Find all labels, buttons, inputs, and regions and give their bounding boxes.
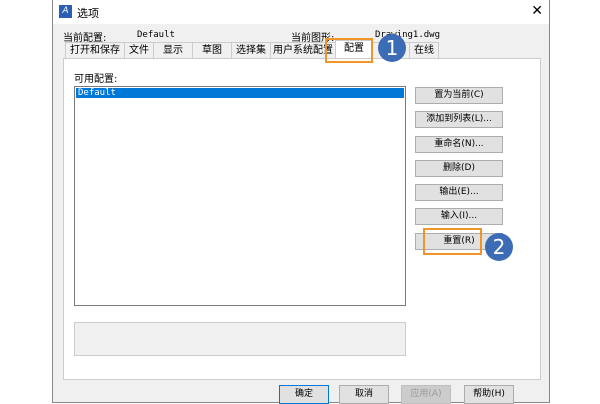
tab-drafting[interactable]: 草图 [192,42,232,59]
list-item[interactable]: Default [76,88,404,98]
tab-files[interactable]: 文件 [124,42,154,59]
tab-highlight-box [325,38,373,63]
profiles-list[interactable]: Default [74,86,406,306]
current-profile-value: Default [137,30,175,40]
options-dialog: A 选项 ✕ 当前配置: Default 当前图形: Drawing1.dwg … [52,0,550,404]
add-to-list-button[interactable]: 添加到列表(L)... [415,111,503,128]
step-badge-2: 2 [485,233,513,261]
export-button[interactable]: 输出(E)... [415,184,503,201]
profiles-panel: 可用配置: Default 置为当前(C) 添加到列表(L)... 重命名(N)… [63,58,541,380]
help-button[interactable]: 帮助(H) [464,385,514,404]
tab-online[interactable]: 在线 [409,42,439,59]
apply-button[interactable]: 应用(A) [401,385,451,404]
cancel-button[interactable]: 取消 [339,385,389,404]
rename-button[interactable]: 重命名(N)... [415,136,503,153]
tab-display[interactable]: 显示 [153,42,193,59]
tab-open-save[interactable]: 打开和保存 [65,42,125,59]
available-profiles-label: 可用配置: [74,74,118,85]
app-logo-icon: A [59,5,72,18]
step-badge-1: 1 [378,34,406,62]
import-button[interactable]: 输入(I)... [415,208,503,225]
reset-highlight-box [423,228,482,255]
ok-button[interactable]: 确定 [279,385,329,404]
delete-button[interactable]: 删除(D) [415,160,503,177]
set-current-button[interactable]: 置为当前(C) [415,87,503,104]
profile-description-box [74,322,406,356]
close-icon[interactable]: ✕ [531,3,543,19]
tab-selection[interactable]: 选择集 [231,42,271,59]
window-title: 选项 [77,7,99,20]
title-bar: A 选项 ✕ [53,0,549,24]
